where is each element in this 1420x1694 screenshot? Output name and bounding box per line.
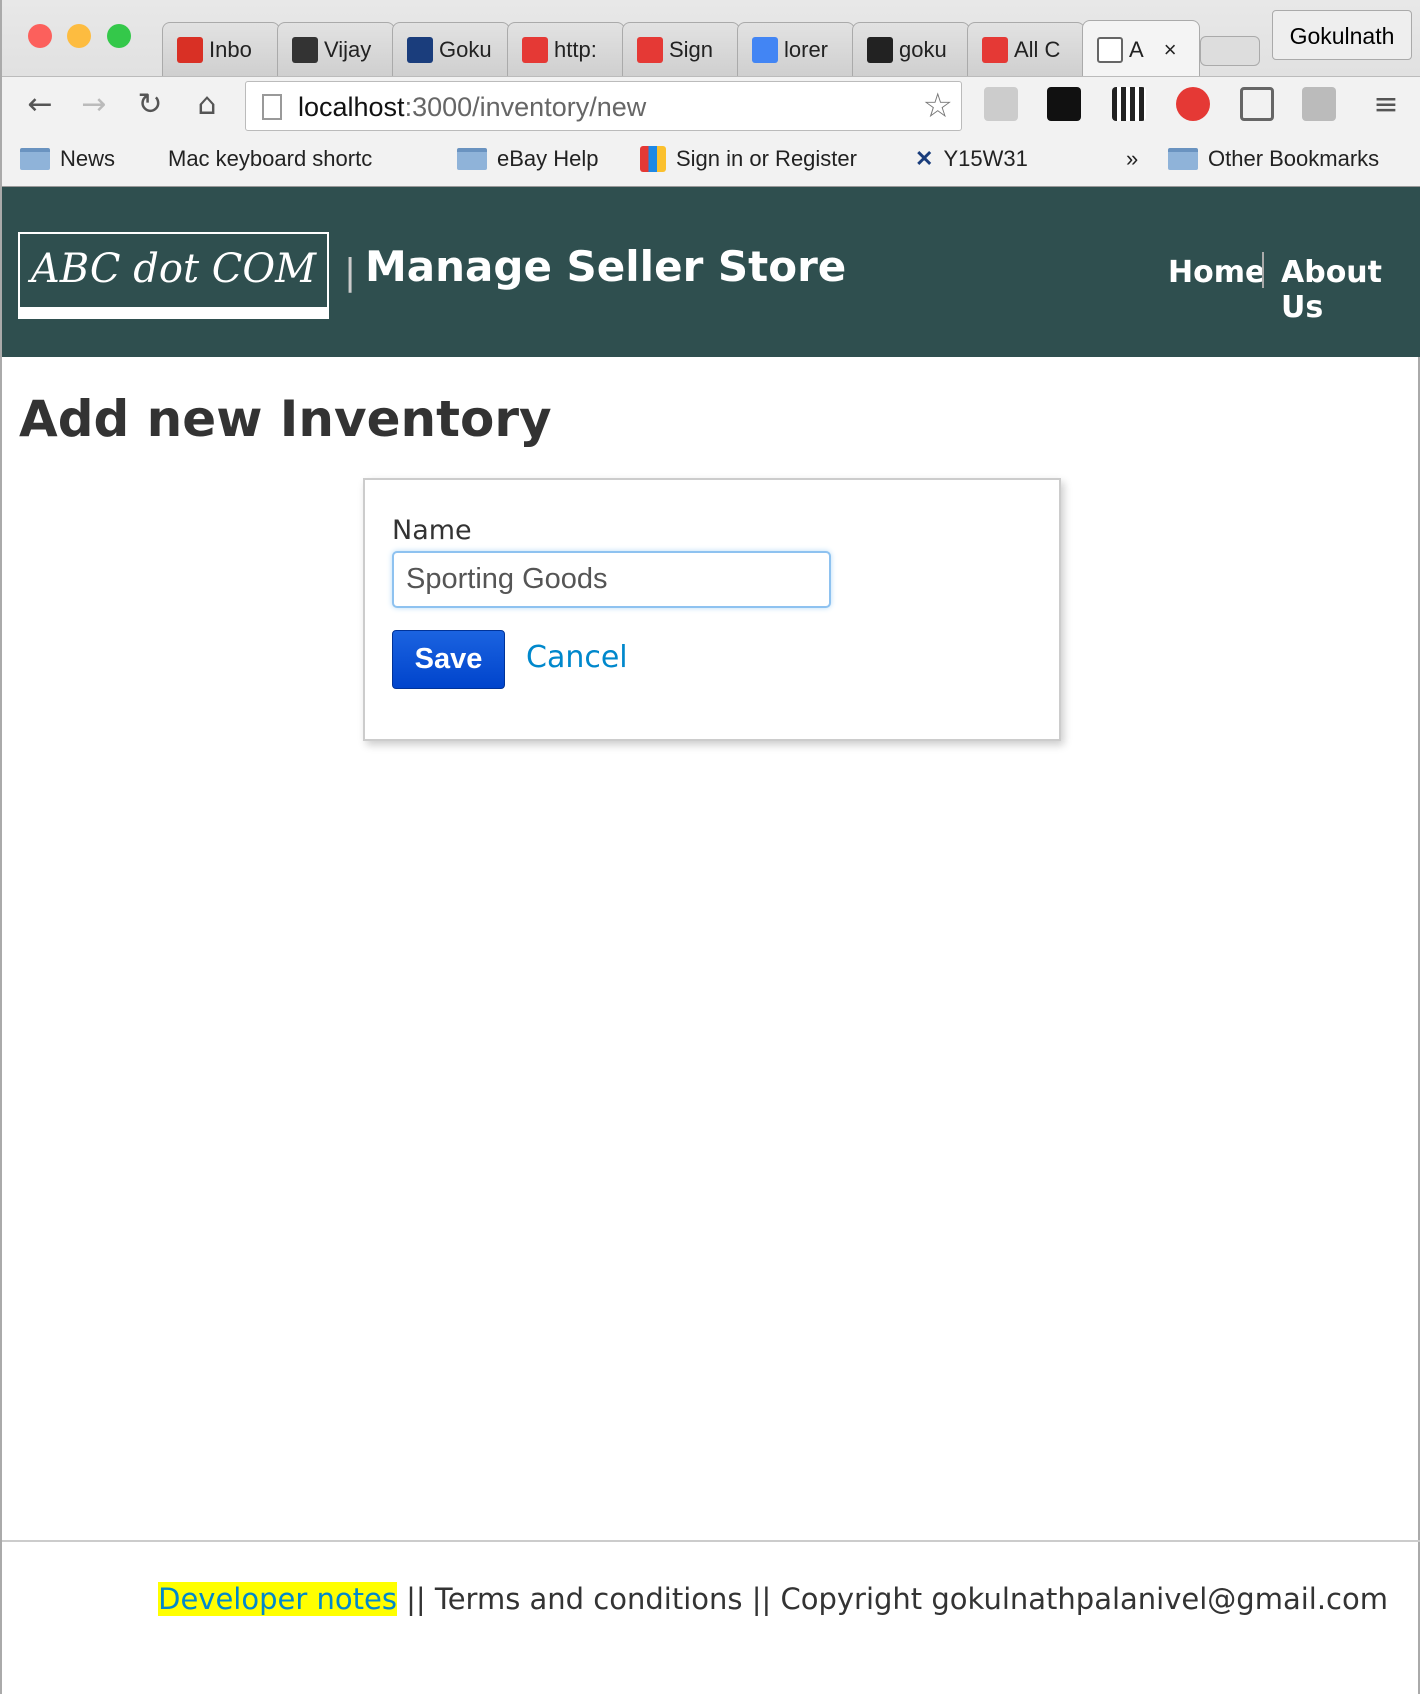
bookmark-label: Y15W31 <box>943 146 1028 171</box>
folder-icon <box>457 148 487 170</box>
tab-label: http: <box>554 36 597 62</box>
favicon-icon <box>752 36 778 63</box>
tab-label: Goku <box>439 36 492 62</box>
bookmark-y15w31[interactable]: ✕ Y15W31 <box>915 146 1028 172</box>
browser-toolbar: ← → ↻ ⌂ localhost:3000/inventory/new ☆ ≡ <box>2 76 1420 132</box>
ebay-bag-icon <box>640 146 666 172</box>
browser-tab[interactable]: Goku <box>392 22 510 76</box>
save-button[interactable]: Save <box>392 630 505 689</box>
maximize-window-button[interactable] <box>107 24 131 48</box>
home-icon[interactable]: ⌂ <box>187 87 227 122</box>
bookmark-label: News <box>60 146 116 171</box>
favicon-icon <box>867 36 893 63</box>
bookmark-mac-keyboard[interactable]: Mac keyboard shortc <box>158 146 372 172</box>
site-logo[interactable]: ABC dot COM <box>18 232 329 319</box>
profile-button[interactable]: Gokulnath <box>1272 10 1412 60</box>
nav-about-us[interactable]: About Us <box>1281 255 1418 325</box>
bookmark-label: Other Bookmarks <box>1208 146 1380 171</box>
extension-icon[interactable] <box>1302 87 1336 121</box>
bookmarks-bar: News Mac keyboard shortc eBay Help Sign … <box>2 132 1420 187</box>
page-icon <box>262 94 282 120</box>
favicon-icon <box>292 36 318 63</box>
bookmark-label: Mac keyboard shortc <box>168 146 373 171</box>
browser-tab[interactable]: All C <box>967 22 1085 76</box>
forward-icon[interactable]: → <box>74 87 114 122</box>
adblock-icon[interactable] <box>1176 87 1210 121</box>
close-window-button[interactable] <box>28 24 52 48</box>
url-host: localhost <box>298 92 405 122</box>
name-label: Name <box>392 515 472 546</box>
footer-divider <box>2 1540 1420 1542</box>
favicon-icon <box>637 36 663 63</box>
tab-label: goku <box>899 36 947 62</box>
bookmark-label: eBay Help <box>497 146 599 171</box>
cast-icon[interactable] <box>1240 87 1274 121</box>
new-tab-button[interactable] <box>1200 36 1260 66</box>
bookmark-label: Sign in or Register <box>676 146 857 171</box>
browser-tab[interactable]: goku <box>852 22 970 76</box>
developer-notes-link[interactable]: Developer notes <box>158 1582 397 1616</box>
browser-tab[interactable]: lorer <box>737 22 855 76</box>
browser-tab[interactable]: Inbo <box>162 22 280 76</box>
folder-icon <box>1168 148 1198 170</box>
nav-home[interactable]: Home <box>1168 255 1265 290</box>
cancel-link[interactable]: Cancel <box>526 640 628 675</box>
qr-code-icon[interactable] <box>1112 87 1146 121</box>
favicon-icon <box>982 36 1008 63</box>
tab-label: A <box>1129 36 1144 62</box>
nav-divider <box>1262 252 1264 288</box>
menu-icon[interactable]: ≡ <box>1366 87 1406 122</box>
browser-tab[interactable]: A × <box>1082 20 1200 78</box>
other-bookmarks[interactable]: Other Bookmarks <box>1168 146 1379 172</box>
jira-icon: ✕ <box>915 146 934 171</box>
bookmark-star-icon[interactable]: ☆ <box>923 86 953 126</box>
minimize-window-button[interactable] <box>67 24 91 48</box>
tab-label: Vijay <box>324 36 372 62</box>
reload-icon[interactable]: ↻ <box>130 87 170 122</box>
tab-label: lorer <box>784 36 829 62</box>
extension-icon[interactable] <box>1047 87 1081 121</box>
close-tab-icon[interactable]: × <box>1164 37 1177 63</box>
browser-tab[interactable]: Sign <box>622 22 740 76</box>
folder-icon <box>20 148 50 170</box>
bookmarks-overflow-button[interactable]: » <box>1126 146 1138 172</box>
browser-tab[interactable]: http: <box>507 22 625 76</box>
footer-text: || Terms and conditions || Copyright gok… <box>396 1582 1388 1616</box>
page-title: Add new Inventory <box>19 390 552 448</box>
browser-tab[interactable]: Vijay <box>277 22 395 76</box>
favicon-icon <box>522 36 548 63</box>
bookmark-sign-in[interactable]: Sign in or Register <box>640 146 857 172</box>
tab-label: All C <box>1014 36 1061 62</box>
favicon-icon <box>1097 36 1123 63</box>
tab-label: Inbo <box>209 36 252 62</box>
favicon-icon <box>177 36 203 63</box>
address-bar[interactable]: localhost:3000/inventory/new ☆ <box>245 81 962 131</box>
name-input[interactable] <box>392 551 831 608</box>
bookmark-news[interactable]: News <box>20 146 115 172</box>
extension-icon[interactable] <box>984 87 1018 121</box>
bookmark-ebay-help[interactable]: eBay Help <box>457 146 599 172</box>
url-path: :3000/inventory/new <box>404 92 647 122</box>
title-separator: | <box>344 252 357 293</box>
favicon-icon <box>407 36 433 63</box>
tab-label: Sign <box>669 36 714 62</box>
footer: Developer notes || Terms and conditions … <box>158 1582 1388 1616</box>
back-icon[interactable]: ← <box>20 87 60 122</box>
site-title: Manage Seller Store <box>365 242 847 291</box>
